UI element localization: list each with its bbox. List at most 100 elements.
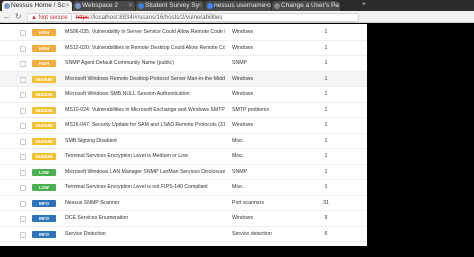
severity-badge: INFO xyxy=(32,215,56,222)
tab-title: nessus username o xyxy=(214,2,271,9)
table-row[interactable]: MEDIUM Microsoft Windows Remote Desktop P… xyxy=(0,71,367,87)
vulnerability-count: 6 xyxy=(324,230,328,237)
row-checkbox[interactable] xyxy=(20,92,26,98)
row-checkbox[interactable] xyxy=(20,76,26,83)
vulnerability-name[interactable]: Service Detection xyxy=(65,231,225,238)
new-tab-icon[interactable]: + xyxy=(362,0,366,10)
not-secure-label: Not secure xyxy=(38,14,68,21)
severity-badge: MEDIUM xyxy=(32,106,56,114)
tab-nessus-home[interactable]: Nessus Home / Sc ✕ xyxy=(2,1,72,11)
tab-title: Student Survey Sy xyxy=(145,2,199,9)
severity-badge: MEDIUM xyxy=(32,153,56,160)
desktop-background xyxy=(367,24,474,257)
url-path: ://localhost:8834/#/scans/16/hosts/2/vul… xyxy=(88,14,223,21)
tab-webspace[interactable]: Webspace 2 ✕ xyxy=(73,1,135,11)
close-tab-icon[interactable]: ✕ xyxy=(264,1,269,11)
table-row[interactable]: HIGH MS12-020: Vulnerabilities in Remote … xyxy=(0,41,367,56)
row-checkbox[interactable] xyxy=(20,138,26,145)
close-tab-icon[interactable]: ✕ xyxy=(65,1,70,11)
close-tab-icon[interactable]: ✕ xyxy=(128,1,133,11)
vulnerability-name[interactable]: MS06-035: Vulnerability in Server Servic… xyxy=(65,29,225,36)
vulnerability-count: 1 xyxy=(324,137,328,144)
row-checkbox[interactable] xyxy=(20,169,26,176)
severity-badge: MEDIUM xyxy=(32,75,56,83)
plugin-family: Windows xyxy=(232,91,254,97)
row-checkbox[interactable] xyxy=(20,45,26,52)
tab-student-survey[interactable]: Student Survey Sy ✕ xyxy=(136,1,204,11)
vulnerability-name[interactable]: SMB Signing Disabled xyxy=(65,138,225,145)
vulnerability-name[interactable]: DCE Services Enumeration xyxy=(65,215,225,222)
taskbar-area xyxy=(0,246,367,257)
plugin-family: Misc. xyxy=(232,137,245,144)
address-bar: ← ↻ ▲ Not secure | https://localhost:883… xyxy=(0,11,474,23)
vulnerability-name[interactable]: MS12-020: Vulnerabilities in Remote Desk… xyxy=(65,45,225,52)
table-row[interactable]: MEDIUM SMB Signing Disabled Misc. 1 xyxy=(0,134,367,149)
reload-icon[interactable]: ↻ xyxy=(15,11,22,23)
table-row[interactable]: HIGH MS06-035: Vulnerability in Server Se… xyxy=(0,25,367,41)
vulnerabilities-table: HIGH MS06-035: Vulnerability in Server Se… xyxy=(0,24,367,246)
vulnerability-count: 1 xyxy=(324,75,328,82)
close-tab-icon[interactable]: ✕ xyxy=(197,1,202,11)
url-field[interactable]: ▲ Not secure | https://localhost:8834/#/… xyxy=(27,12,359,22)
tab-title: Change a User's Pa xyxy=(281,2,339,9)
row-checkbox[interactable] xyxy=(20,154,26,160)
vulnerability-name[interactable]: Microsoft Windows Remote Desktop Protoco… xyxy=(65,76,225,83)
vulnerability-count: 1 xyxy=(324,29,328,35)
severity-badge: HIGH xyxy=(32,29,56,36)
plugin-family: Misc. xyxy=(232,153,245,159)
vulnerability-count: 1 xyxy=(324,60,328,66)
warning-lock-icon: ▲ xyxy=(31,14,37,21)
table-row[interactable]: MEDIUM Terminal Services Encryption Level… xyxy=(0,149,367,165)
webspace-favicon-icon xyxy=(75,3,81,9)
severity-badge: MEDIUM xyxy=(32,137,56,145)
vulnerability-count: 1 xyxy=(324,106,328,113)
plugin-family: Windows xyxy=(232,122,254,128)
plugin-family: Windows xyxy=(232,75,254,82)
table-row[interactable]: MEDIUM MS10-024: Vulnerabilities in Micro… xyxy=(0,103,367,118)
row-checkbox[interactable] xyxy=(20,61,26,67)
table-row[interactable]: INFO Nessus SNMP Scanner Port scanners 31 xyxy=(0,196,367,211)
plugin-family: Port scanners xyxy=(232,199,265,206)
close-tab-icon[interactable]: ✕ xyxy=(333,1,338,11)
table-row[interactable]: HIGH SNMP Agent Default Community Name (p… xyxy=(0,56,367,72)
survey-favicon-icon xyxy=(138,3,144,9)
table-row[interactable]: INFO Service Detection Service detection 6 xyxy=(0,227,367,242)
vulnerability-count: 9 xyxy=(324,215,328,221)
tab-title: Webspace 2 xyxy=(82,2,119,9)
vulnerability-name[interactable]: Microsoft Windows LAN Manager SNMP LanMa… xyxy=(65,169,225,176)
browser-tab-bar: Nessus Home / Sc ✕ Webspace 2 ✕ Student … xyxy=(0,0,474,11)
plugin-family: Windows xyxy=(232,215,254,221)
vulnerability-name[interactable]: Terminal Services Encryption Level is no… xyxy=(65,184,225,191)
vulnerability-name[interactable]: Nessus SNMP Scanner xyxy=(65,200,225,207)
severity-badge: MEDIUM xyxy=(32,91,56,98)
vulnerability-name[interactable]: MS10-024: Vulnerabilities in Microsoft E… xyxy=(65,107,225,114)
back-icon[interactable]: ← xyxy=(3,11,11,23)
plugin-family: SNMP xyxy=(232,168,247,175)
table-row[interactable]: MEDIUM Microsoft Windows SMB NULL Session… xyxy=(0,87,367,103)
table-row[interactable]: INFO DCE Services Enumeration Windows 9 xyxy=(0,211,367,227)
row-checkbox[interactable] xyxy=(20,185,26,191)
tab-change-user[interactable]: Change a User's Pa ✕ xyxy=(272,1,340,11)
vulnerability-name[interactable]: Terminal Services Encryption Level is Me… xyxy=(65,153,225,160)
page-favicon-icon xyxy=(274,3,280,9)
severity-badge: INFO xyxy=(32,230,56,238)
vulnerability-name[interactable]: MS16-047: Security Update for SAM and LS… xyxy=(65,122,225,129)
vulnerability-name[interactable]: SNMP Agent Default Community Name (publi… xyxy=(65,60,225,67)
row-checkbox[interactable] xyxy=(20,30,26,36)
table-row[interactable]: LOW Terminal Services Encryption Level is… xyxy=(0,180,367,196)
severity-badge: MEDIUM xyxy=(32,122,56,129)
vulnerability-count: 1 xyxy=(324,44,328,51)
table-row[interactable]: MEDIUM MS16-047: Security Update for SAM … xyxy=(0,118,367,134)
row-checkbox[interactable] xyxy=(20,107,26,114)
table-row[interactable]: LOW Microsoft Windows LAN Manager SNMP La… xyxy=(0,165,367,180)
tab-title: Nessus Home / Sc xyxy=(11,2,65,9)
row-checkbox[interactable] xyxy=(20,200,26,207)
tab-nessus-username[interactable]: nessus username o ✕ xyxy=(205,1,271,11)
nessus-favicon-icon xyxy=(4,3,10,9)
vulnerability-count: 1 xyxy=(324,168,328,175)
severity-badge: LOW xyxy=(32,184,56,191)
row-checkbox[interactable] xyxy=(20,123,26,129)
row-checkbox[interactable] xyxy=(20,231,26,238)
vulnerability-name[interactable]: Microsoft Windows SMB NULL Session Authe… xyxy=(65,91,225,98)
row-checkbox[interactable] xyxy=(20,216,26,222)
